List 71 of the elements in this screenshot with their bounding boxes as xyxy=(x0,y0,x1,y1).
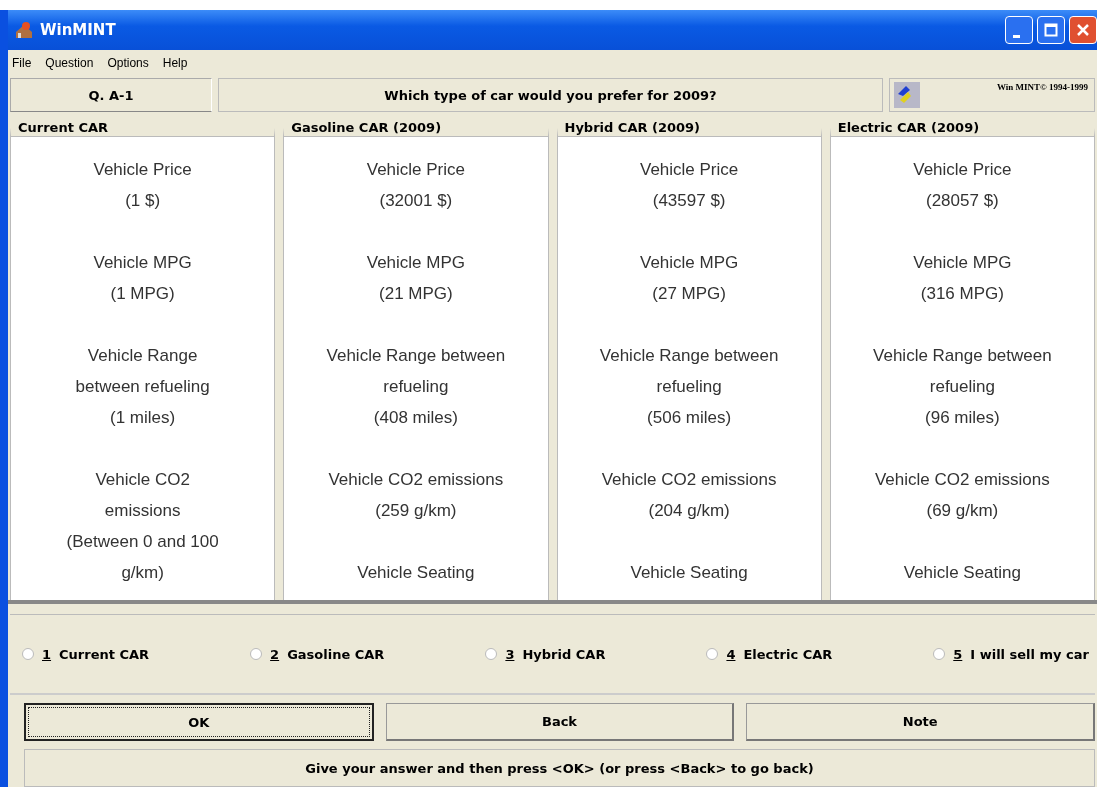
attribute-text: g/km) xyxy=(120,562,165,584)
attribute-text: (43597 $) xyxy=(651,190,727,212)
question-text: Which type of car would you prefer for 2009? xyxy=(218,78,883,112)
minimize-icon xyxy=(1013,34,1020,38)
attribute-text: (Between 0 and 100 xyxy=(65,531,220,553)
radio-button[interactable] xyxy=(22,648,34,660)
attribute-text: emissions xyxy=(103,500,182,522)
radio-option[interactable]: 3 Hybrid CAR xyxy=(485,646,606,662)
attribute-text: (408 miles) xyxy=(372,407,459,429)
copyright-text: Win MINT© 1994-1999 xyxy=(996,82,1088,92)
question-id: Q. A-1 xyxy=(10,78,212,112)
minimize-button[interactable] xyxy=(1005,16,1033,44)
attribute-text: Vehicle CO2 emissions xyxy=(600,469,778,491)
attribute-text: Vehicle MPG xyxy=(365,252,466,274)
dialog-button[interactable]: OK xyxy=(24,703,374,741)
attribute-text: Vehicle MPG xyxy=(92,252,193,274)
logo-icon xyxy=(894,82,920,108)
radio-button[interactable] xyxy=(933,648,946,660)
attribute-text: Vehicle Range between xyxy=(325,345,507,367)
dialog-button[interactable]: Back xyxy=(385,703,735,741)
menu-item[interactable]: Options xyxy=(107,56,149,70)
radio-button[interactable] xyxy=(485,648,498,660)
radio-option[interactable]: 2 Gasoline CAR xyxy=(250,646,385,662)
attribute-text: (1 MPG) xyxy=(109,283,176,305)
attribute-text: Vehicle Range xyxy=(86,345,199,367)
radio-option[interactable]: 1 Current CAR xyxy=(22,646,150,662)
attribute-text: Vehicle Seating xyxy=(356,562,476,584)
attribute-text: Vehicle Price xyxy=(365,159,466,181)
radio-button[interactable] xyxy=(250,648,263,660)
house-icon xyxy=(14,20,34,40)
attribute-text: Vehicle Price xyxy=(92,159,193,181)
attribute-text: (1 $) xyxy=(124,190,162,212)
attribute-text: Vehicle Range between xyxy=(872,345,1053,367)
attribute-text: (69 g/km) xyxy=(925,500,1000,522)
attribute-text: (32001 $) xyxy=(378,190,454,212)
radio-option[interactable]: 4 Electric CAR xyxy=(706,646,833,662)
attribute-text: Vehicle Price xyxy=(912,159,1013,181)
maximize-button[interactable] xyxy=(1037,16,1065,44)
attribute-text: (316 MPG) xyxy=(919,283,1005,305)
dialog-button[interactable]: Note xyxy=(746,703,1095,741)
attribute-text: Vehicle CO2 emissions xyxy=(327,469,505,491)
menu-item[interactable]: File xyxy=(12,56,32,70)
attribute-text: Vehicle Price xyxy=(639,159,740,181)
maximize-icon xyxy=(1044,23,1058,37)
attribute-text: Vehicle CO2 emissions xyxy=(873,469,1051,491)
attribute-text: (506 miles) xyxy=(646,407,733,429)
attribute-text: (28057 $) xyxy=(925,190,1000,212)
attribute-text: (96 miles) xyxy=(924,407,1001,429)
attribute-text: (259 g/km) xyxy=(374,500,458,522)
close-icon xyxy=(1076,23,1090,37)
attribute-text: Vehicle Range between xyxy=(598,345,780,367)
attribute-text: (21 MPG) xyxy=(378,283,454,305)
attribute-text: (27 MPG) xyxy=(651,283,727,305)
attribute-text: between refueling xyxy=(74,376,211,398)
attribute-text: refueling xyxy=(928,376,996,398)
attribute-text: Vehicle Seating xyxy=(902,562,1022,584)
menu-item[interactable]: Help xyxy=(162,56,188,70)
attribute-text: Vehicle Seating xyxy=(629,562,749,584)
close-button[interactable] xyxy=(1069,16,1097,44)
menu-item[interactable]: Question xyxy=(45,56,94,70)
attribute-text: Vehicle CO2 xyxy=(94,469,191,491)
attribute-text: Vehicle MPG xyxy=(912,252,1013,274)
radio-button[interactable] xyxy=(706,648,719,660)
attribute-text: refueling xyxy=(382,376,450,398)
window-title: WinMINT xyxy=(40,21,116,39)
attribute-text: (1 miles) xyxy=(109,407,177,429)
radio-option[interactable]: 5 I will sell my car xyxy=(933,646,1089,662)
status-bar: Give your answer and then press <OK> (or press <Back> to go back) xyxy=(24,749,1095,787)
attribute-text: (204 g/km) xyxy=(647,500,731,522)
attribute-text: refueling xyxy=(655,376,723,398)
attribute-text: Vehicle MPG xyxy=(639,252,740,274)
